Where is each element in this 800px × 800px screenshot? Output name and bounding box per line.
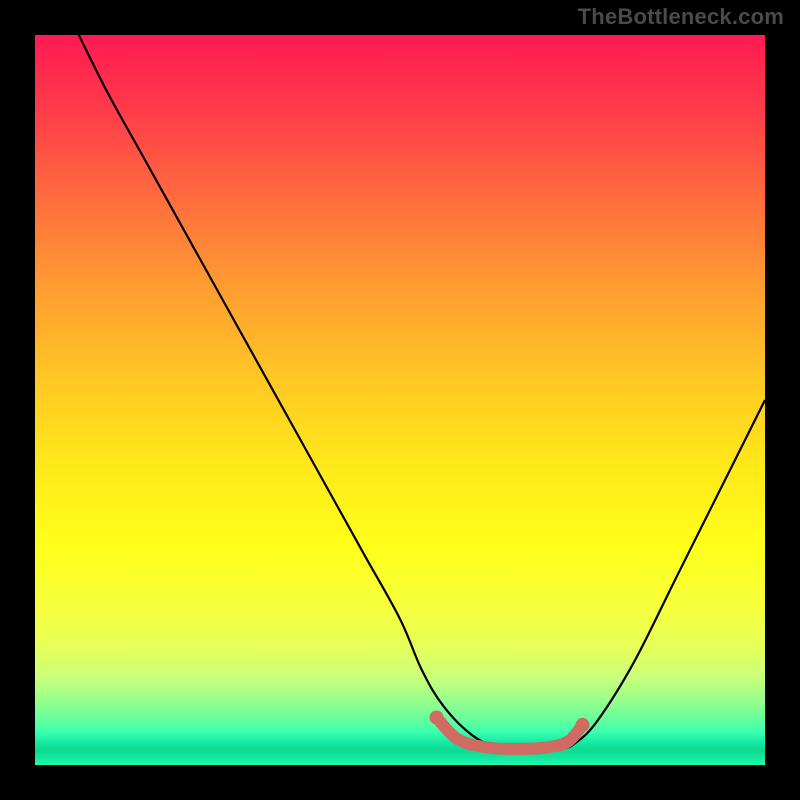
plot-area bbox=[35, 35, 765, 765]
bottleneck-curve-path bbox=[79, 35, 765, 751]
highlight-end-dot-right bbox=[576, 718, 590, 732]
watermark-text: TheBottleneck.com bbox=[578, 4, 784, 30]
highlight-end-dot-left bbox=[430, 711, 444, 725]
chart-frame: TheBottleneck.com bbox=[0, 0, 800, 800]
chart-svg bbox=[35, 35, 765, 765]
